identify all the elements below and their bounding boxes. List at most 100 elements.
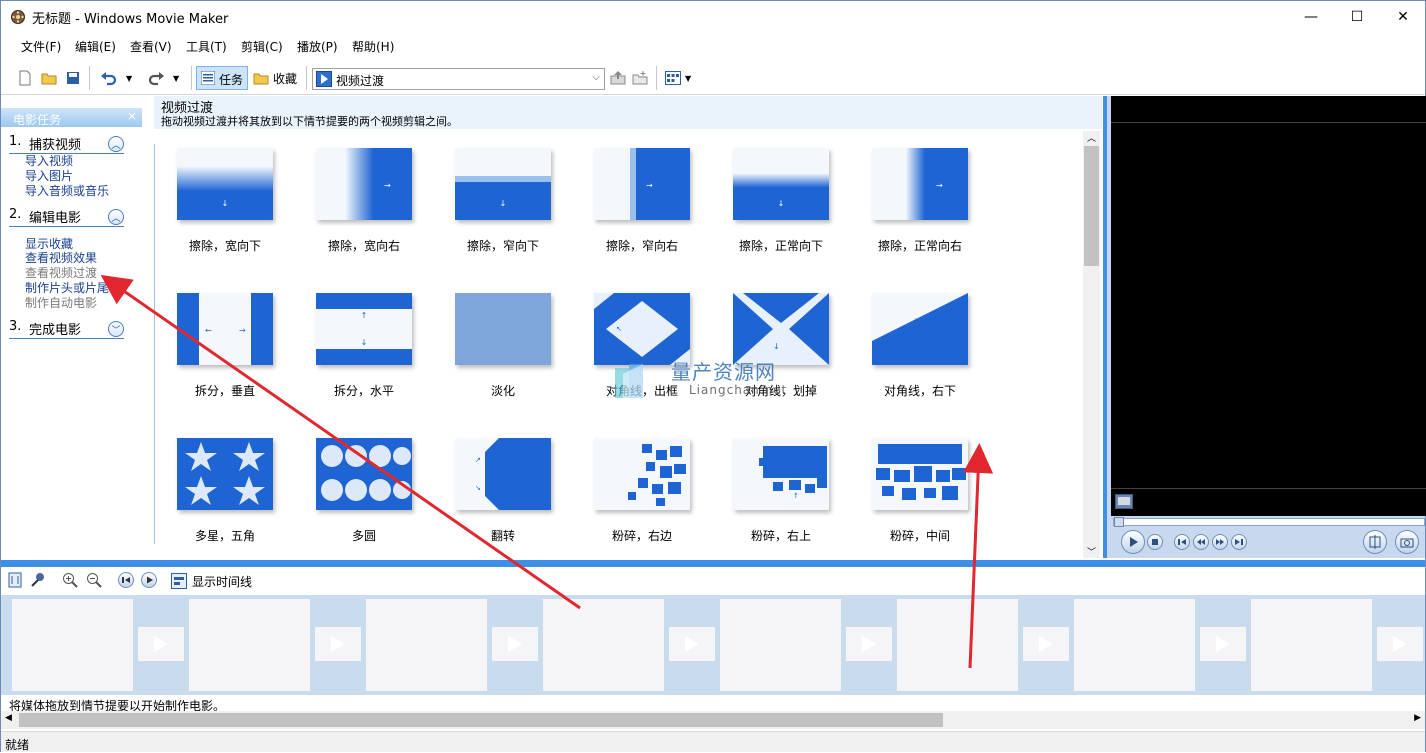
play-storyboard-button[interactable] [141,572,157,588]
redo-button[interactable]: ▼ [147,67,179,89]
camera-icon [1400,538,1414,548]
transition-tile[interactable]: → 擦除，窄向右 [572,130,712,265]
storyboard-transition-slot[interactable] [1377,627,1423,661]
views-dropdown-icon[interactable]: ▼ [685,74,691,83]
zoom-in-icon[interactable] [62,572,78,588]
task-import-video[interactable]: 导入视频 [25,154,73,168]
transition-tile[interactable]: ↑ 粉碎，右上 [711,420,851,555]
task-make-titles[interactable]: 制作片头或片尾 [25,281,109,295]
storyboard-clip-slot[interactable] [12,599,133,691]
seek-thumb[interactable] [1114,517,1124,527]
pane-splitter[interactable] [1,560,1425,567]
storyboard-transition-slot[interactable] [1200,627,1246,661]
menu-help[interactable]: 帮助(H) [352,38,394,55]
section-edit-title[interactable]: 编辑电影 [29,207,81,226]
stop-button[interactable] [1147,534,1163,550]
menu-clip[interactable]: 剪辑(C) [241,38,283,55]
undo-dropdown-icon[interactable]: ▼ [126,74,132,83]
show-timeline-button[interactable]: 显示时间线 [171,571,252,591]
maximize-button[interactable]: ☐ [1334,1,1380,32]
expand-chevron-icon[interactable]: ﹀ [108,321,124,337]
storyboard-transition-slot[interactable] [1023,627,1069,661]
section-finish-title[interactable]: 完成电影 [29,319,81,338]
play-button[interactable] [1121,530,1145,554]
transition-label: 擦除，正常向下 [738,239,823,253]
menu-tools[interactable]: 工具(T) [186,38,227,55]
undo-icon [101,72,117,86]
minimize-button[interactable]: — [1288,1,1334,32]
storyboard-clip-slot[interactable] [366,599,487,691]
transition-tile[interactable]: 粉碎，中间 [850,420,990,555]
storyboard-transition-slot[interactable] [669,627,715,661]
save-project-button[interactable] [65,67,81,89]
combo-chevron-icon[interactable]: ⌵ [592,72,600,83]
narrate-timeline-icon[interactable] [30,572,46,588]
storyboard-clip-slot[interactable] [543,599,664,691]
menu-file[interactable]: 文件(F) [21,38,61,55]
storyboard-clip-slot[interactable] [897,599,1018,691]
transition-tile[interactable]: → 擦除，宽向右 [294,130,434,265]
previous-frame-button[interactable] [1174,534,1190,550]
seek-bar[interactable] [1113,517,1425,527]
transition-tile[interactable]: 多星，五角 [155,420,295,555]
rewind-button[interactable] [1193,534,1209,550]
task-show-collections[interactable]: 显示收藏 [25,237,73,251]
storyboard-clip-slot[interactable] [1251,599,1372,691]
new-collection-button[interactable] [632,67,648,89]
split-clip-button[interactable] [1363,530,1387,554]
transition-tile[interactable]: ↓ 擦除，正常向下 [711,130,851,265]
collections-button[interactable]: 收藏 [253,67,297,89]
transition-tile[interactable]: ↓ 擦除，宽向下 [155,130,295,265]
gallery-scroll-thumb[interactable] [1084,146,1099,266]
close-pane-icon[interactable]: × [127,109,137,123]
transition-tile[interactable]: ↗ ↘ 翻转 [433,420,573,555]
collapse-chevron-icon[interactable]: ︿ [108,136,124,152]
transition-tile[interactable]: ← → 拆分，垂直 [155,275,295,410]
task-import-audio[interactable]: 导入音频或音乐 [25,184,109,198]
storyboard-transition-slot[interactable] [138,627,184,661]
storyboard-scroll-thumb[interactable] [19,713,943,727]
storyboard-transition-slot[interactable] [492,627,538,661]
menu-view[interactable]: 查看(V) [130,38,172,55]
zoom-out-icon[interactable] [86,572,102,588]
task-import-pictures[interactable]: 导入图片 [25,169,73,183]
split-screen-icon[interactable] [1115,494,1133,509]
scroll-left-icon[interactable]: ◀ [5,713,12,723]
undo-button[interactable]: ▼ [100,67,132,89]
collapse-chevron-icon[interactable]: ︿ [108,209,124,225]
storyboard-transition-slot[interactable] [846,627,892,661]
open-project-button[interactable] [41,67,57,89]
rewind-storyboard-button[interactable] [118,572,134,588]
transition-tile[interactable]: ↑ ↓ 拆分，水平 [294,275,434,410]
views-button[interactable]: ▼ [665,67,691,89]
tasks-toggle-button[interactable]: 任务 [196,66,248,90]
scroll-down-icon[interactable]: ﹀ [1087,545,1096,558]
transition-tile[interactable]: ↘ 对角线，右下 [850,275,990,410]
transition-tile[interactable]: → 擦除，正常向右 [850,130,990,265]
location-combo[interactable]: 视频过渡 ⌵ [312,68,605,90]
storyboard-clip-slot[interactable] [1074,599,1195,691]
scroll-right-icon[interactable]: ▶ [1414,713,1421,723]
menu-edit[interactable]: 编辑(E) [75,38,116,55]
new-project-button[interactable] [17,67,33,89]
close-button[interactable]: ✕ [1380,1,1426,32]
storyboard-transition-slot[interactable] [315,627,361,661]
next-frame-button[interactable] [1231,534,1247,550]
transition-tile[interactable]: 多圆 [294,420,434,555]
set-audio-levels-icon[interactable] [8,572,22,588]
scroll-up-icon[interactable]: ︿ [1087,131,1096,144]
fast-forward-button[interactable] [1212,534,1228,550]
transition-tile[interactable]: 淡化 [433,275,573,410]
up-level-button[interactable] [610,67,626,89]
storyboard-clip-slot[interactable] [720,599,841,691]
task-automovie[interactable]: 制作自动电影 [25,296,97,310]
menu-play[interactable]: 播放(P) [297,38,338,55]
task-view-effects[interactable]: 查看视频效果 [25,251,97,265]
section-capture-title[interactable]: 捕获视频 [29,134,81,153]
take-picture-button[interactable] [1395,530,1419,554]
task-view-transitions[interactable]: 查看视频过渡 [25,266,97,280]
transition-tile[interactable]: ↓ 擦除，窄向下 [433,130,573,265]
transition-tile[interactable]: 粉碎，右边 [572,420,712,555]
storyboard-clip-slot[interactable] [189,599,310,691]
redo-dropdown-icon[interactable]: ▼ [173,74,179,83]
